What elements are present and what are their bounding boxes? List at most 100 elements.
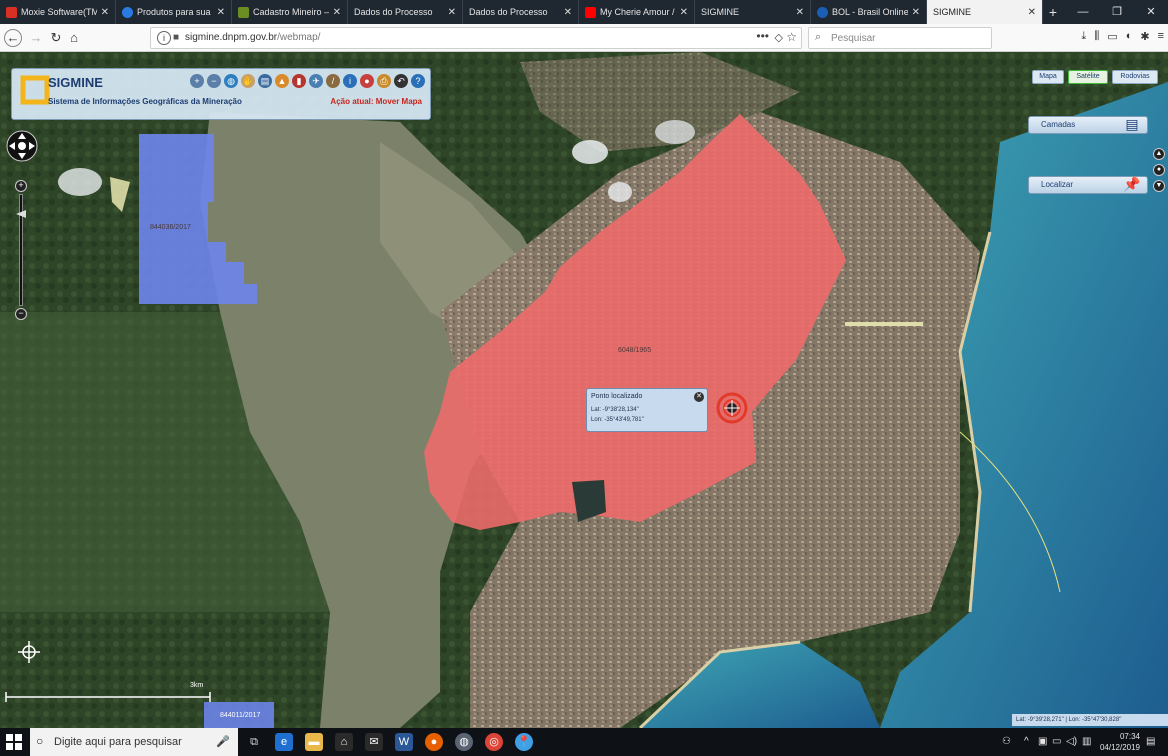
close-icon[interactable]: ✕ — [1028, 7, 1036, 18]
bookmark-star-icon[interactable]: ☆ — [786, 30, 797, 44]
close-icon[interactable]: ✕ — [101, 7, 109, 18]
undo-icon[interactable]: ↶ — [394, 74, 408, 88]
pushpin-icon: 📌 — [1123, 176, 1141, 192]
maximize-icon[interactable]: ❐ — [1100, 0, 1134, 24]
tab-moxie[interactable]: Moxie Software(TM) Esp✕ — [0, 0, 116, 24]
zoom-minus-icon[interactable]: − — [15, 308, 27, 320]
close-icon[interactable]: ✕ — [217, 7, 225, 18]
parcel-blue-label: 844036/2017 — [150, 224, 191, 231]
globe-icon[interactable]: ◍ — [224, 74, 238, 88]
map-type-satelite[interactable]: Satélite — [1068, 70, 1108, 84]
tab-youtube[interactable]: My Cherie Amour / Stev✕ — [579, 0, 695, 24]
current-action: Ação atual: Mover Mapa — [330, 97, 422, 106]
tool-buttons: + − ◍ ✋ ▤ ▲ ▮ ✈ / i ● ⎙ ↶ ? — [190, 74, 425, 88]
taskbar-search-input[interactable]: ○ Digite aqui para pesquisar 🎤 — [30, 728, 238, 756]
window-close-icon[interactable]: ✕ — [1134, 0, 1168, 24]
app-globe-icon[interactable]: ◍ — [455, 733, 473, 751]
sigmine-header: SIGMINE Sistema de Informações Geográfic… — [11, 68, 431, 120]
windows-taskbar: ○ Digite aqui para pesquisar 🎤 ⧉ e ▬ ⌂ ✉… — [0, 728, 1168, 756]
zoom-in-icon[interactable]: + — [190, 74, 204, 88]
word-icon[interactable]: W — [395, 733, 413, 751]
popup-latitude: Lat: -9°38'28,134" — [591, 407, 639, 413]
navigation-bar: ← → ↻ ⌂ i ■ sigmine.dnpm.gov.br/webmap/ … — [0, 24, 1168, 52]
hand-icon[interactable]: ✋ — [241, 74, 255, 88]
new-tab-button[interactable]: + — [1043, 0, 1063, 24]
tab-dados-2[interactable]: Dados do Processo ✕ — [463, 0, 579, 24]
scale-bar — [5, 692, 211, 702]
search-input[interactable]: ⌕ Pesquisar — [808, 27, 992, 49]
store-icon[interactable]: ⌂ — [335, 733, 353, 751]
microphone-icon[interactable]: 🎤 — [216, 735, 230, 748]
people-icon[interactable]: ⚇ — [1002, 736, 1011, 747]
pan-control[interactable] — [6, 130, 38, 162]
battery-icon[interactable]: ▭ — [1052, 736, 1061, 747]
ruler-icon[interactable]: / — [326, 74, 340, 88]
forward-icon[interactable]: → — [26, 28, 46, 48]
close-icon[interactable]: ✕ — [796, 7, 804, 18]
file-explorer-icon[interactable]: ▬ — [305, 733, 323, 751]
layers-button[interactable]: Camadas ▤ — [1028, 116, 1148, 134]
scroll-up-icon[interactable]: ▲ — [1153, 148, 1165, 160]
scroll-down-icon[interactable]: ▼ — [1153, 180, 1165, 192]
tab-bol[interactable]: BOL - Brasil Online ✕ — [811, 0, 927, 24]
tab-produtos[interactable]: Produtos para sua empr✕ — [116, 0, 232, 24]
tab-sigmine-active[interactable]: SIGMINE ✕ — [927, 0, 1043, 24]
chart-icon[interactable]: ▲ — [275, 74, 289, 88]
download-icon[interactable]: ⤓ — [1081, 30, 1086, 43]
info-icon[interactable]: i — [157, 31, 171, 45]
map-canvas[interactable]: 844036/2017 6048/1965 844011/2017 Ponto … — [0, 52, 1168, 728]
zoom-slider[interactable]: + − — [15, 180, 27, 320]
firefox-icon[interactable]: ● — [425, 733, 443, 751]
mail-icon[interactable]: ✉ — [365, 733, 383, 751]
close-icon[interactable]: ✕ — [694, 392, 704, 402]
tray-app-icon[interactable]: ▣ — [1038, 736, 1047, 747]
print-icon[interactable]: ⎙ — [377, 74, 391, 88]
notification-icon[interactable]: ▤ — [1146, 736, 1155, 747]
scroll-mid-icon[interactable]: ● — [1153, 164, 1165, 176]
zoom-track[interactable] — [19, 194, 23, 306]
map-type-rodovias[interactable]: Rodovias — [1112, 70, 1158, 84]
tab-cadastro[interactable]: Cadastro Mineiro — Agê✕ — [232, 0, 348, 24]
measure-icon[interactable]: ✈ — [309, 74, 323, 88]
tray-arrow-icon[interactable]: ^ — [1024, 736, 1029, 747]
map-type-mapa[interactable]: Mapa — [1032, 70, 1064, 84]
edge-icon[interactable]: e — [275, 733, 293, 751]
menu-icon[interactable]: ≡ — [1158, 30, 1164, 43]
close-icon[interactable]: ✕ — [564, 7, 572, 18]
minimize-icon[interactable]: — — [1066, 0, 1100, 24]
page-actions-icon[interactable]: ••• — [756, 29, 769, 43]
close-icon[interactable]: ✕ — [912, 7, 920, 18]
search-icon: ⌕ — [815, 31, 822, 43]
sidebar-icon[interactable]: ▭ — [1107, 30, 1117, 43]
tab-sigmine-1[interactable]: SIGMINE ✕ — [695, 0, 811, 24]
system-clock[interactable]: 07:34 04/12/2019 — [1100, 731, 1140, 753]
chrome-icon[interactable]: ◎ — [485, 733, 503, 751]
sync-icon[interactable]: ◐ — [1126, 30, 1133, 43]
help-icon[interactable]: ? — [411, 74, 425, 88]
close-icon[interactable]: ✕ — [333, 7, 341, 18]
windows-start-icon[interactable] — [6, 734, 22, 750]
bol-icon — [817, 6, 828, 18]
volume-icon[interactable]: ◁) — [1066, 736, 1077, 747]
home-icon[interactable]: ⌂ — [64, 28, 84, 48]
pin-icon[interactable]: ● — [360, 74, 374, 88]
layers-icon[interactable]: ▤ — [258, 74, 272, 88]
extension-icon[interactable]: ✱ — [1140, 30, 1149, 43]
pocket-icon[interactable]: ◇ — [775, 31, 783, 44]
reload-icon[interactable]: ↻ — [46, 28, 66, 48]
maps-icon[interactable]: 📍 — [515, 733, 533, 751]
zoom-plus-icon[interactable]: + — [15, 180, 27, 192]
info-icon[interactable]: i — [343, 74, 357, 88]
close-icon[interactable]: ✕ — [680, 7, 688, 18]
url-bar[interactable]: i ■ sigmine.dnpm.gov.br/webmap/ ••• ◇ ☆ — [150, 27, 802, 49]
book-icon[interactable]: ▮ — [292, 74, 306, 88]
back-icon[interactable]: ← — [4, 29, 22, 47]
zoom-out-icon[interactable]: − — [207, 74, 221, 88]
library-icon[interactable]: ⫼ — [1094, 30, 1099, 43]
task-view-icon[interactable]: ⧉ — [245, 733, 263, 751]
parcel-red-label: 6048/1965 — [618, 347, 652, 354]
network-icon[interactable]: ▥ — [1082, 736, 1091, 747]
locate-button[interactable]: Localizar 📌 — [1028, 176, 1148, 194]
tab-dados-1[interactable]: Dados do Processo ✕ — [348, 0, 463, 24]
close-icon[interactable]: ✕ — [448, 7, 456, 18]
